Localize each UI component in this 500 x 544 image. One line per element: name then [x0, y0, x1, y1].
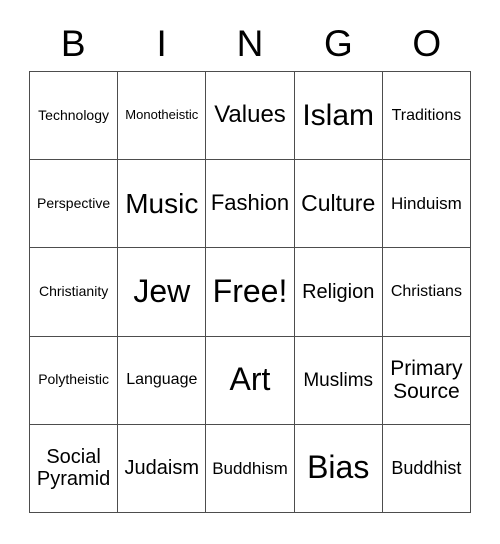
bingo-cell[interactable]: Traditions	[382, 72, 471, 161]
bingo-cell-label: Polytheistic	[38, 371, 109, 388]
bingo-cell-label: Buddhist	[391, 458, 462, 479]
bingo-header-letter-b: B	[60, 23, 86, 64]
bingo-cell-label: Technology	[38, 106, 109, 123]
bingo-cell[interactable]: Polytheistic	[30, 336, 119, 425]
bingo-cell[interactable]: Religion	[294, 248, 383, 337]
bingo-cell[interactable]: Judaism	[118, 424, 207, 513]
bingo-free-space-label: Free!	[212, 273, 288, 310]
bingo-cell[interactable]: Primary Source	[382, 336, 471, 425]
bingo-cell[interactable]: Buddhism	[206, 424, 295, 513]
bingo-cell[interactable]: Fashion	[206, 160, 295, 249]
bingo-cell[interactable]: Bias	[294, 424, 383, 513]
bingo-header-letter-n: N	[236, 23, 264, 64]
bingo-cell[interactable]: Social Pyramid	[30, 424, 119, 513]
bingo-header-row: B I N G O	[29, 16, 471, 71]
bingo-cell[interactable]: Christianity	[30, 248, 119, 337]
bingo-cell[interactable]: Hinduism	[382, 160, 471, 249]
bingo-cell-label: Islam	[302, 98, 375, 132]
bingo-cell-label: Language	[126, 371, 198, 389]
bingo-cell-label: Values	[214, 101, 286, 129]
bingo-cell-label: Music	[125, 188, 199, 220]
bingo-cell-label: Jew	[133, 273, 191, 310]
bingo-cell[interactable]: Art	[206, 336, 295, 425]
bingo-cell[interactable]: Culture	[294, 160, 383, 249]
bingo-cell[interactable]: Values	[206, 72, 295, 161]
bingo-cell[interactable]: Islam	[294, 72, 383, 161]
bingo-cell-label: Traditions	[391, 106, 462, 124]
bingo-cell-label: Hinduism	[390, 194, 462, 214]
bingo-header-letter-g: G	[324, 23, 353, 64]
bingo-cell-label: Christians	[390, 283, 462, 301]
bingo-cell[interactable]: Christians	[382, 248, 471, 337]
bingo-cell-label: Art	[229, 361, 271, 398]
bingo-cell[interactable]: Monotheistic	[118, 72, 207, 161]
bingo-card: B I N G O Technology Monotheistic Values…	[0, 0, 500, 544]
bingo-cell-label: Social Pyramid	[36, 446, 111, 491]
bingo-cell-label: Religion	[302, 280, 375, 303]
bingo-cell[interactable]: Perspective	[30, 160, 119, 249]
bingo-cell[interactable]: Muslims	[294, 336, 383, 425]
bingo-cell-label: Muslims	[303, 369, 374, 391]
bingo-cell-label: Judaism	[124, 457, 200, 480]
bingo-grid: Technology Monotheistic Values Islam Tra…	[29, 71, 471, 513]
bingo-free-space-cell[interactable]: Free!	[206, 248, 295, 337]
bingo-header-letter-i: I	[156, 23, 167, 64]
bingo-cell[interactable]: Jew	[118, 248, 207, 337]
bingo-cell[interactable]: Music	[118, 160, 207, 249]
bingo-cell[interactable]: Buddhist	[382, 424, 471, 513]
bingo-cell-label: Christianity	[38, 283, 109, 300]
bingo-header-letter-o: O	[412, 23, 442, 64]
bingo-cell-label: Monotheistic	[125, 107, 199, 123]
bingo-cell-label: Fashion	[210, 190, 290, 216]
bingo-cell-label: Perspective	[37, 194, 111, 211]
bingo-cell-label: Bias	[307, 449, 370, 486]
bingo-cell[interactable]: Language	[118, 336, 207, 425]
bingo-cell-label: Primary Source	[390, 356, 463, 404]
bingo-cell[interactable]: Technology	[30, 72, 119, 161]
bingo-cell-label: Culture	[301, 189, 376, 216]
bingo-cell-label: Buddhism	[212, 458, 288, 478]
